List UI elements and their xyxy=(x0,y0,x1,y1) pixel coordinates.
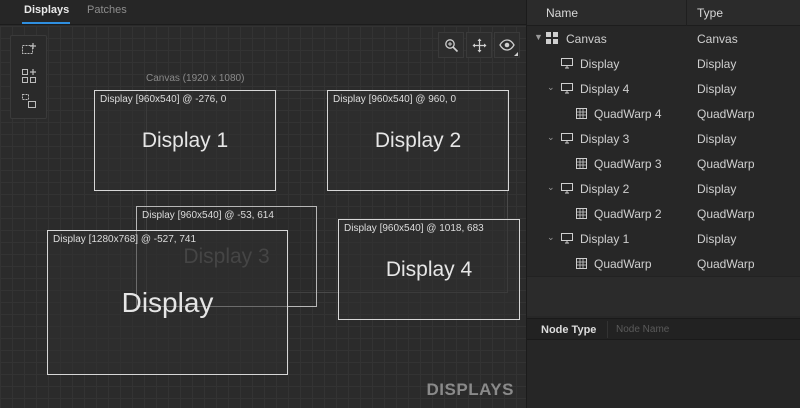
tree-row-display-4[interactable]: ⌄ Display 4 Display xyxy=(527,76,800,101)
visibility-icon[interactable] xyxy=(494,32,520,58)
node-name-field[interactable]: Node Name xyxy=(607,321,795,338)
move-icon[interactable] xyxy=(466,32,492,58)
monitor-icon xyxy=(561,57,573,69)
display-1-name: Display 1 xyxy=(141,129,229,152)
display-2-info: Display [960x540] @ 960, 0 xyxy=(333,94,457,105)
dropdown-corner-icon xyxy=(514,52,518,56)
add-display-icon[interactable] xyxy=(20,42,38,58)
tab-displays[interactable]: Displays xyxy=(24,4,69,16)
tree-row-type: QuadWarp xyxy=(697,257,755,271)
properties-bar: Node Type Node Name xyxy=(527,318,800,340)
tree-row-quadwarp-3[interactable]: QuadWarp 3 QuadWarp xyxy=(527,151,800,176)
tree-row-label: Display 4 xyxy=(580,82,630,96)
tree-row-quadwarp-2[interactable]: QuadWarp 2 QuadWarp xyxy=(527,201,800,226)
display-2-box[interactable]: Display [960x540] @ 960, 0 Display 2 xyxy=(327,90,509,191)
tree-row-type: Canvas xyxy=(697,32,738,46)
tree-row-label: Display 2 xyxy=(580,182,630,196)
quadwarp-grid-icon xyxy=(575,207,587,219)
tree-row-type: QuadWarp xyxy=(697,107,755,121)
display-1-box[interactable]: Display [960x540] @ -276, 0 Display 1 xyxy=(94,90,276,191)
display-1-info: Display [960x540] @ -276, 0 xyxy=(100,94,227,105)
tree-row-display-2[interactable]: ⌄ Display 2 Display xyxy=(527,176,800,201)
monitor-icon xyxy=(561,82,573,94)
tree-row-type: Display xyxy=(697,82,737,96)
zoom-icon[interactable] xyxy=(438,32,464,58)
tree-row-label: Display 3 xyxy=(580,132,630,146)
column-header-name[interactable]: Name xyxy=(546,6,578,20)
tree-row-type: QuadWarp xyxy=(697,207,755,221)
display-4-name: Display 4 xyxy=(385,258,473,281)
add-grid-icon[interactable] xyxy=(20,68,38,84)
quadwarp-grid-icon xyxy=(575,107,587,119)
tree-empty-area xyxy=(527,276,800,316)
chevron-down-icon[interactable]: ⌄ xyxy=(547,82,555,93)
chevron-down-icon[interactable]: ⌄ xyxy=(547,232,555,243)
display-0-box[interactable]: Display [1280x768] @ -527, 741 Display xyxy=(47,230,288,375)
node-tree-panel: Name Type ▼ Canvas Canvas Display Displa… xyxy=(526,0,800,408)
tree-row-label: QuadWarp 2 xyxy=(594,207,662,221)
display-4-box[interactable]: Display [960x540] @ 1018, 683 Display 4 xyxy=(338,219,520,320)
node-type-label: Node Type xyxy=(541,324,597,336)
monitor-icon xyxy=(561,182,573,194)
panel-watermark: DISPLAYS xyxy=(426,380,514,399)
quadwarp-grid-icon xyxy=(575,157,587,169)
view-tools xyxy=(436,32,520,58)
tree-row-canvas[interactable]: ▼ Canvas Canvas xyxy=(527,26,800,51)
chevron-down-icon[interactable]: ⌄ xyxy=(547,132,555,143)
active-tab-indicator xyxy=(22,22,70,24)
tree-row-type: Display xyxy=(697,232,737,246)
tree-row-label: Display 1 xyxy=(580,232,630,246)
properties-area xyxy=(527,340,800,408)
chevron-down-icon[interactable]: ⌄ xyxy=(547,182,555,193)
tree-row-type: Display xyxy=(697,182,737,196)
displays-panel: Displays Patches Canvas (1920 x 1080) Di… xyxy=(0,0,526,408)
tree-row-label: QuadWarp 4 xyxy=(594,107,662,121)
tree-row-display-1[interactable]: ⌄ Display 1 Display xyxy=(527,226,800,251)
canvas-grid-icon xyxy=(546,32,558,44)
tree-row-type: Display xyxy=(697,57,737,71)
tab-bar: Displays Patches xyxy=(0,0,526,25)
tree-row-label: QuadWarp xyxy=(594,257,652,271)
tree-row-type: QuadWarp xyxy=(697,157,755,171)
quadwarp-grid-icon xyxy=(575,257,587,269)
canvas-tools xyxy=(10,35,47,119)
display-0-name: Display xyxy=(121,287,214,318)
monitor-icon xyxy=(561,132,573,144)
display-3-info: Display [960x540] @ -53, 614 xyxy=(142,210,274,221)
tab-patches[interactable]: Patches xyxy=(87,4,127,16)
tree-row-quadwarp-4[interactable]: QuadWarp 4 QuadWarp xyxy=(527,101,800,126)
tree-header: Name Type xyxy=(527,0,800,26)
column-header-type[interactable]: Type xyxy=(697,6,723,20)
column-divider[interactable] xyxy=(686,0,687,26)
display-0-info: Display [1280x768] @ -527, 741 xyxy=(53,234,197,245)
tree-row-label: Display xyxy=(580,57,620,71)
display-4-info: Display [960x540] @ 1018, 683 xyxy=(344,223,484,234)
canvas-size-label: Canvas (1920 x 1080) xyxy=(146,73,245,84)
tree-row-label: Canvas xyxy=(566,32,607,46)
add-nested-icon[interactable] xyxy=(20,93,38,109)
monitor-icon xyxy=(561,232,573,244)
display-2-name: Display 2 xyxy=(374,129,462,152)
chevron-down-icon[interactable]: ▼ xyxy=(534,32,543,42)
tree-row-type: Display xyxy=(697,132,737,146)
tree-row-quadwarp[interactable]: QuadWarp QuadWarp xyxy=(527,251,800,276)
tree-row-label: QuadWarp 3 xyxy=(594,157,662,171)
tree-row-display-3[interactable]: ⌄ Display 3 Display xyxy=(527,126,800,151)
tree-row-display[interactable]: Display Display xyxy=(527,51,800,76)
